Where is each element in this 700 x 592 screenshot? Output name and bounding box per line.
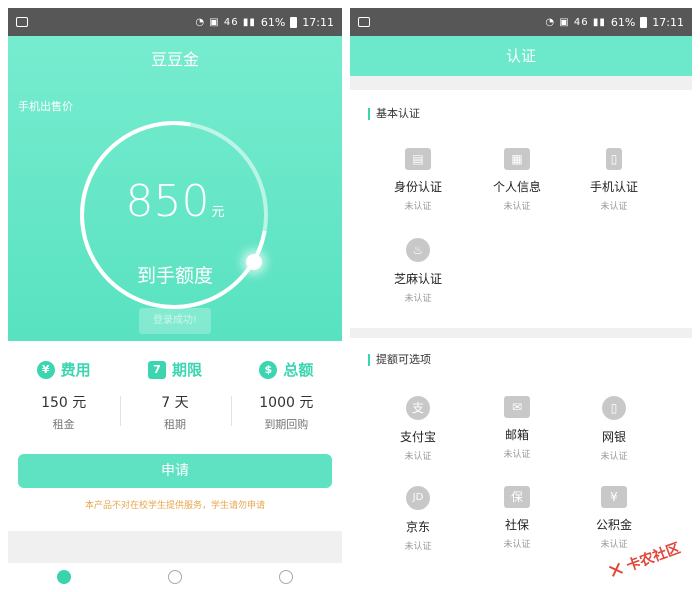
section-title-boost: 提额可选项	[368, 354, 431, 366]
tab-home-icon[interactable]	[56, 570, 71, 584]
mail-icon: ✉	[504, 396, 530, 418]
term-stat: 7 天租期	[119, 392, 230, 432]
tab-shield-icon[interactable]	[167, 570, 182, 584]
battery-text: 61%	[260, 15, 286, 29]
screenshot-stage: { "status": { "signal_text": "46", "batt…	[0, 0, 700, 592]
jd-item[interactable]: JD 京东 未认证	[373, 486, 463, 552]
status-bar: ◔ ▣ 46 ▮▮ 61% 17:11	[8, 8, 342, 36]
basic-verification-section: 基本认证 ▤ 身份认证 未认证 ▦ 个人信息 未认证 ▯ 手机认证 未认证 ♨ …	[350, 90, 692, 328]
student-notice: 本产品不对在校学生提供服务，学生请勿申请	[84, 501, 265, 511]
total-header: $ 总额	[259, 359, 313, 380]
email-item[interactable]: ✉ 邮箱 未认证	[472, 396, 562, 460]
app-title: 豆豆金	[150, 50, 199, 69]
sesame-flame-icon: ♨	[406, 238, 430, 262]
loan-app-screen: ◔ ▣ 46 ▮▮ 61% 17:11 豆豆金 手机出售价 850 元 到手额度 …	[8, 8, 342, 584]
coins-icon: $	[259, 360, 278, 379]
phone-verification-item[interactable]: ▯ 手机认证 未认证	[569, 148, 659, 212]
page-title: 认证	[350, 36, 692, 76]
id-card-icon: ▤	[405, 148, 431, 170]
fee-stat: 150 元租金	[41, 395, 87, 431]
profile-card-icon: ▦	[504, 148, 530, 170]
price-caption: 手机出售价	[18, 100, 73, 113]
verification-screen: ◔ ▣ 46 ▮▮ 61% 17:11 认证 基本认证 ▤ 身份认证 未认证 ▦…	[350, 8, 692, 584]
fee-header: ¥ 费用	[36, 359, 91, 380]
battery-icon	[640, 16, 648, 28]
term-header: 7 期限	[147, 359, 202, 380]
hero-panel: 豆豆金 手机出售价 850 元 到手额度 登录成功!	[8, 36, 342, 346]
bank-card-icon: ▯	[602, 396, 626, 420]
signal-icons: ◔ ▣ 46 ▮▮	[545, 16, 606, 28]
tab-profile-icon[interactable]	[279, 570, 294, 584]
clock: 17:11	[302, 15, 334, 29]
personal-info-item[interactable]: ▦ 个人信息 未认证	[472, 148, 562, 212]
loan-terms-panel: ¥ 费用 7 期限 $ 总额 150 元租金 7 天租期 1000 元 到期回购…	[8, 341, 342, 531]
apply-button[interactable]: 申请	[18, 454, 332, 488]
screenshot-icon	[358, 17, 370, 27]
calendar-icon: 7	[147, 360, 166, 379]
phone-icon: ▯	[606, 148, 622, 170]
id-verification-item[interactable]: ▤ 身份认证 未认证	[373, 148, 463, 212]
status-bar: ◔ ▣ 46 ▮▮ 61% 17:11	[350, 8, 692, 36]
screenshot-icon	[16, 17, 28, 27]
amount-label: 到手额度	[136, 265, 213, 287]
shield-icon: 保	[504, 486, 530, 508]
social-security-item[interactable]: 保 社保 未认证	[472, 486, 562, 550]
login-success-toast: 登录成功!	[139, 308, 211, 334]
amount-display: 850 元	[8, 176, 342, 227]
total-stat: 1000 元到期回购	[231, 392, 341, 432]
yen-icon: ¥	[36, 360, 55, 379]
sesame-verification-item[interactable]: ♨ 芝麻认证 未认证	[373, 238, 463, 304]
battery-icon	[290, 16, 298, 28]
amount-unit: 元	[211, 205, 225, 220]
signal-icons: ◔ ▣ 46 ▮▮	[195, 16, 256, 28]
section-title-basic: 基本认证	[368, 108, 420, 120]
house-yen-icon: ¥	[601, 486, 627, 508]
battery-text: 61%	[610, 15, 636, 29]
jd-icon: JD	[406, 486, 430, 510]
online-bank-item[interactable]: ▯ 网银 未认证	[569, 396, 659, 462]
alipay-icon: 支	[406, 396, 430, 420]
alipay-item[interactable]: 支 支付宝 未认证	[373, 396, 463, 462]
bottom-tab-bar	[8, 563, 342, 584]
clock: 17:11	[652, 15, 684, 29]
amount-value: 850	[125, 176, 210, 227]
housing-fund-item[interactable]: ¥ 公积金 未认证	[569, 486, 659, 550]
